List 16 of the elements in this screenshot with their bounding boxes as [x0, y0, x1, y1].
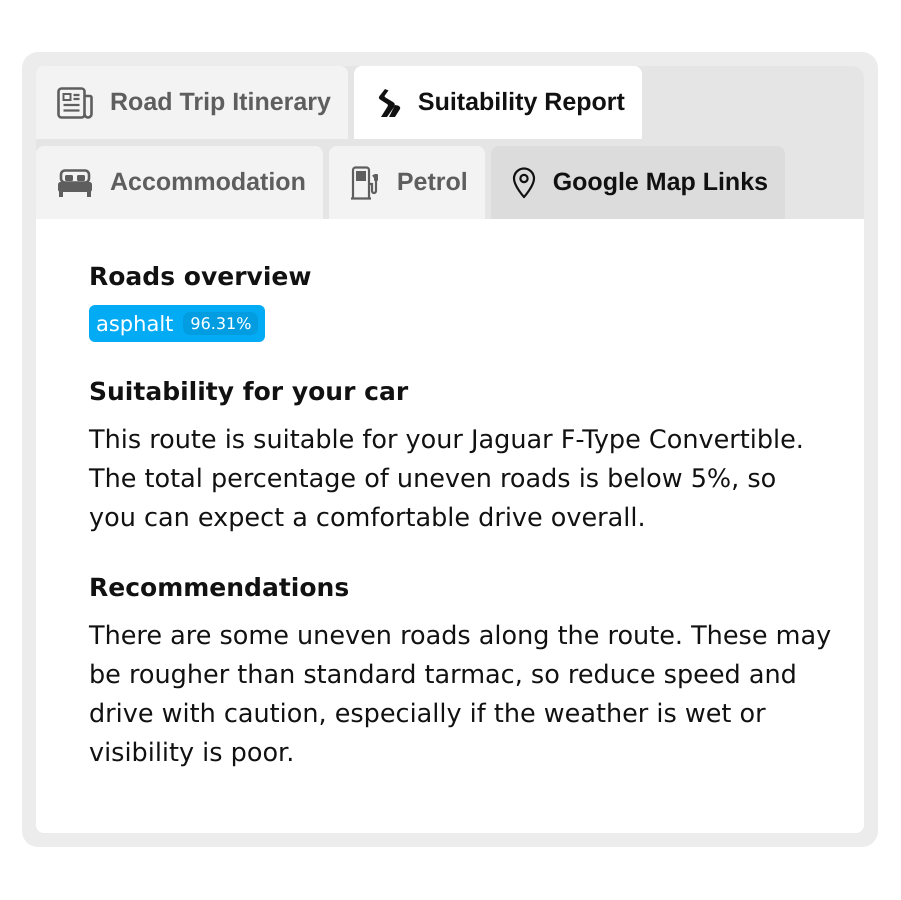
- section-heading: Suitability for your car: [89, 376, 410, 408]
- tab[interactable]: Petrol: [328, 146, 485, 219]
- tab[interactable]: Road Trip Itinerary: [36, 66, 348, 139]
- paragraph-text: There are some uneven roads along the route. These may be rougher than standard tarmac, so reduce speed and drive with caution, especially if the weather is wet or visibility is poor.: [89, 620, 832, 770]
- paragraph-text: This route is suitable for your Jaguar F-Type Convertible. The total percentage of uneven roads is below 5%, so you can expect a comfortable drive overall.: [89, 424, 805, 535]
- map-pin-icon: [512, 166, 536, 198]
- newspaper-icon: [57, 86, 93, 118]
- section-heading: Roads overview: [89, 261, 312, 293]
- tab[interactable]: Accommodation: [36, 146, 323, 219]
- percentage-pill: 96.31%: [183, 312, 258, 335]
- section-heading: Recommendations: [89, 572, 350, 604]
- tab[interactable]: Suitability Report: [354, 66, 642, 139]
- tab[interactable]: Google Map Links: [490, 146, 786, 219]
- bed-icon: [57, 168, 93, 196]
- fuel-pump-icon: [350, 166, 380, 200]
- surface-label: asphalt: [96, 312, 174, 336]
